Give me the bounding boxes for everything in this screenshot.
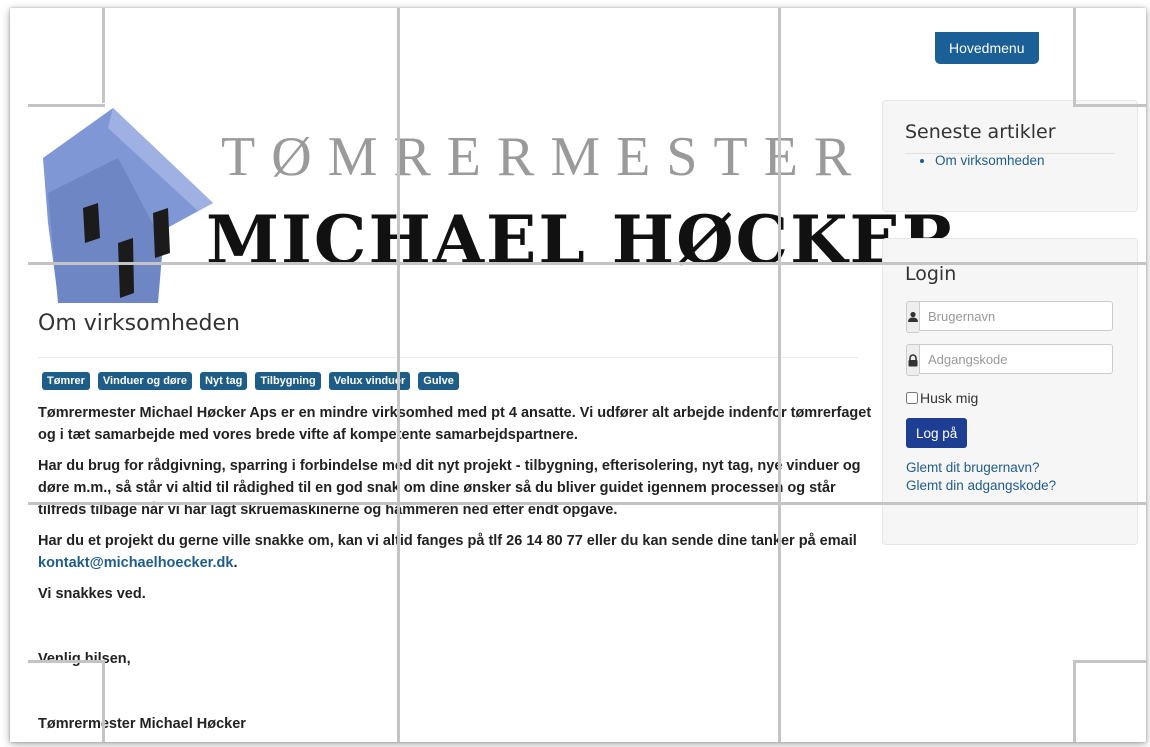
list-item: Om virksomheden — [935, 153, 1045, 168]
site-logo[interactable]: TØMRERMESTER MICHAEL HØCKER — [38, 103, 957, 308]
article-paragraph: Venlig hilsen, — [38, 651, 131, 667]
grid-line — [1073, 660, 1146, 663]
grid-line — [1073, 660, 1076, 742]
username-field — [906, 301, 1113, 333]
grid-line — [102, 660, 105, 742]
signature: Tømrermester Michael Høcker — [38, 716, 246, 732]
tag-nyt-tag[interactable]: Nyt tag — [200, 372, 248, 390]
latest-articles-panel: Seneste artikler Om virksomheden — [882, 100, 1138, 212]
latest-articles-title: Seneste artikler — [905, 121, 1056, 143]
lock-icon — [906, 344, 919, 376]
remember-me-label: Husk mig — [920, 390, 979, 406]
article-paragraph: Vi snakkes ved. — [38, 586, 146, 602]
page-frame: TØMRERMESTER MICHAEL HØCKER Hovedmenu Om… — [10, 8, 1146, 742]
paragraph-text: Har du et projekt du gerne ville snakke … — [38, 533, 857, 549]
grid-line — [28, 262, 1146, 265]
forgot-password-link[interactable]: Glemt din adgangskode? — [906, 477, 1056, 495]
grid-line — [102, 8, 105, 103]
login-button[interactable]: Log på — [906, 418, 968, 448]
article-paragraph: Har du et projekt du gerne ville snakke … — [38, 530, 873, 574]
forgot-links: Glemt dit brugernavn? Glemt din adgangsk… — [906, 459, 1056, 495]
grid-line — [1073, 104, 1146, 107]
tag-gulve[interactable]: Gulve — [418, 372, 459, 390]
article-paragraph: Har du brug for rådgivning, sparring i f… — [38, 458, 861, 518]
user-icon — [906, 301, 919, 333]
grid-line — [1073, 8, 1076, 106]
password-field — [906, 344, 1113, 376]
article-body: Tømrermester Michael Høcker Aps er en mi… — [38, 402, 873, 742]
grid-line — [28, 104, 105, 107]
logo-line-2: MICHAEL HØCKER — [206, 201, 959, 279]
forgot-username-link[interactable]: Glemt dit brugernavn? — [906, 459, 1056, 477]
remember-me-checkbox[interactable] — [906, 392, 918, 404]
article-link[interactable]: Om virksomheden — [935, 153, 1045, 168]
email-link[interactable]: kontakt@michaelhoecker.dk — [38, 555, 233, 571]
grid-line — [397, 8, 400, 742]
tag-tilbygning[interactable]: Tilbygning — [255, 372, 321, 390]
tag-vinduer-og-dore[interactable]: Vinduer og døre — [97, 372, 193, 390]
password-input[interactable] — [919, 344, 1113, 374]
title-divider — [38, 357, 858, 358]
grid-line — [28, 502, 1146, 505]
remember-me: Husk mig — [906, 390, 978, 406]
tag-tomrer[interactable]: Tømrer — [42, 372, 90, 390]
username-input[interactable] — [919, 301, 1113, 331]
latest-articles-list: Om virksomheden — [905, 153, 1045, 168]
paragraph-text: . — [233, 555, 238, 571]
article-paragraph: Tømrermester Michael Høcker Aps er en mi… — [38, 405, 872, 443]
page-title: Om virksomheden — [38, 311, 240, 336]
login-title: Login — [905, 263, 957, 285]
main-menu-button[interactable]: Hovedmenu — [935, 32, 1039, 64]
grid-line — [778, 8, 781, 742]
logo-line-1: TØMRERMESTER — [221, 126, 868, 188]
grid-line — [28, 660, 105, 663]
